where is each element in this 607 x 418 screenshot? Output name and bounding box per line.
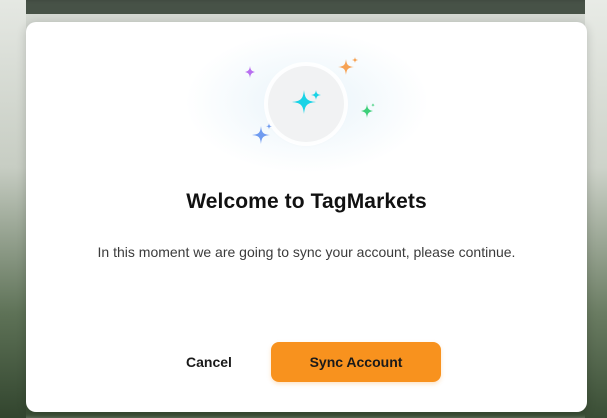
modal-title: Welcome to TagMarkets [186,190,427,213]
backdrop-top-bar [0,0,607,14]
sparkle-blue-icon [251,122,275,146]
sync-account-button[interactable]: Sync Account [271,342,441,382]
cancel-button[interactable]: Cancel [174,342,244,382]
sparkle-orange-icon [336,56,360,78]
welcome-modal: Welcome to TagMarkets In this moment we … [26,22,587,412]
backdrop-right-edge [585,0,607,418]
modal-hero [26,22,587,172]
backdrop-left-edge [0,0,26,418]
modal-actions: Cancel Sync Account [26,342,587,382]
sparkle-green-icon [359,102,377,120]
sparkles-icon [288,86,324,122]
modal-message: In this moment we are going to sync your… [97,244,516,260]
sparkle-purple-icon [243,65,257,79]
